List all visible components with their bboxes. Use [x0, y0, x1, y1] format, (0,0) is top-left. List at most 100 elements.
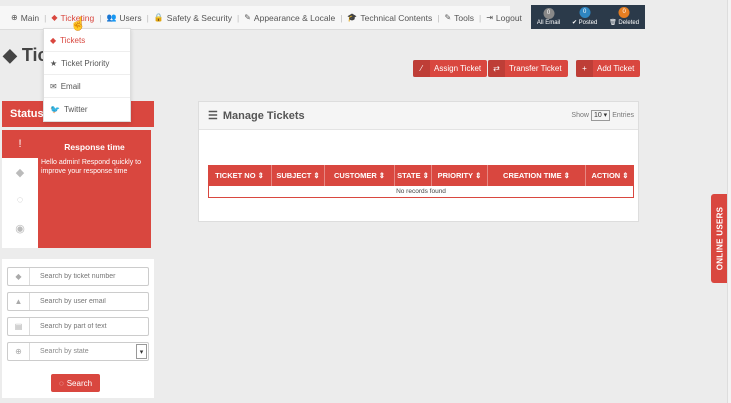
- ticket-icon: ◆: [50, 35, 57, 45]
- nav-main[interactable]: ⊕ Main: [6, 13, 44, 23]
- envelope-icon: ✉: [50, 81, 57, 91]
- magic-wand-icon: ⁄: [413, 60, 430, 77]
- column-header-subject[interactable]: SUBJECT ⇕: [272, 165, 325, 186]
- chevron-down-icon[interactable]: ▾: [136, 344, 147, 359]
- column-header-creation-time[interactable]: CREATION TIME ⇕: [488, 165, 586, 186]
- table-header: TICKET NO ⇕ SUBJECT ⇕ CUSTOMER ⇕ STATE ⇕ PRI…: [208, 165, 634, 186]
- posted-counter[interactable]: 0 ✔ Posted: [572, 7, 597, 26]
- sort-icon: ⇕: [422, 171, 429, 180]
- state-icon: ⊕: [8, 343, 30, 360]
- search-panel: ◆ ▲ ▤ ⊕ Search by state ▾ ◌Search: [2, 259, 154, 398]
- spinner-icon[interactable]: ◌: [2, 186, 38, 214]
- nav-technical-contents[interactable]: 🎓 Technical Contents: [342, 13, 437, 23]
- nav-logout[interactable]: ⇥ Logout: [481, 13, 527, 23]
- tag-icon[interactable]: ◆: [2, 158, 38, 186]
- user-email-input[interactable]: [30, 298, 148, 305]
- ticket-icon: ◆: [51, 13, 58, 22]
- email-counters-bar: 0 All Email 0 ✔ Posted 0 🗑 Deleted: [531, 5, 645, 29]
- column-header-priority[interactable]: PRIORITY ⇕: [432, 165, 488, 186]
- menu-item-ticket-priority[interactable]: ★ Ticket Priority: [44, 52, 130, 75]
- menu-item-label: Email: [60, 81, 81, 91]
- entries-value: 10: [593, 112, 602, 119]
- empty-table-message: No records found: [208, 186, 634, 198]
- column-label: PRIORITY: [437, 171, 474, 180]
- entries-select[interactable]: 10 ▾: [590, 110, 611, 121]
- state-select[interactable]: Search by state: [30, 348, 136, 355]
- logout-icon: ⇥: [486, 13, 493, 22]
- nav-main-label: Main: [20, 12, 40, 23]
- column-label: STATE: [397, 171, 421, 180]
- column-header-action[interactable]: ACTION ⇕: [586, 165, 634, 186]
- count-badge: 0: [579, 7, 591, 18]
- nav-logout-label: Logout: [495, 12, 522, 23]
- online-users-label: ONLINE USERS: [715, 206, 725, 271]
- tickets-table: TICKET NO ⇕ SUBJECT ⇕ CUSTOMER ⇕ STATE ⇕ PRI…: [208, 165, 634, 198]
- all-email-counter[interactable]: 0 All Email: [536, 8, 561, 26]
- hand-cursor-icon: ☝: [70, 16, 87, 31]
- plus-icon: +: [576, 60, 593, 77]
- column-label: SUBJECT: [276, 171, 312, 180]
- add-ticket-label: Add Ticket: [597, 64, 635, 73]
- spinner-icon: ◌: [58, 378, 64, 388]
- globe-icon: ⊕: [11, 13, 18, 22]
- assign-ticket-button[interactable]: ⁄ Assign Ticket: [413, 60, 488, 77]
- response-time-title: Response time: [64, 142, 125, 152]
- menu-item-label: Twitter: [63, 105, 88, 114]
- deleted-counter[interactable]: 0 🗑 Deleted: [609, 7, 640, 26]
- response-time-text: Hello admin! Respond quickly to improve …: [41, 159, 141, 176]
- sort-icon: ⇕: [378, 171, 386, 180]
- status-title: Status: [10, 108, 44, 120]
- graduation-cap-icon: 🎓: [347, 13, 358, 22]
- menu-item-tickets[interactable]: ◆ Tickets: [44, 29, 130, 52]
- column-label: CREATION TIME: [503, 171, 562, 180]
- sort-icon: ⇕: [622, 171, 629, 180]
- wrench-icon: ✎: [444, 13, 452, 22]
- nav-tools[interactable]: ✎ Tools: [439, 13, 479, 23]
- sort-icon: ⇕: [257, 171, 264, 180]
- document-icon: ▤: [8, 318, 30, 335]
- column-header-ticket-no[interactable]: TICKET NO ⇕: [208, 165, 272, 186]
- ticket-icon: ◆: [3, 45, 22, 65]
- manage-tickets-title: Manage Tickets: [222, 109, 305, 122]
- counter-label: 🗑 Deleted: [609, 20, 640, 26]
- add-ticket-button[interactable]: + Add Ticket: [576, 60, 641, 77]
- nav-users[interactable]: 👥 Users: [101, 13, 146, 23]
- twitter-icon: 🐦: [50, 105, 60, 114]
- status-tabs: ! ◆ ◌ ◉: [2, 130, 38, 248]
- text-search: ▤: [7, 317, 149, 336]
- ticket-number-input[interactable]: [30, 273, 148, 280]
- column-header-state[interactable]: STATE ⇕: [395, 165, 432, 186]
- column-label: CUSTOMER: [333, 171, 377, 180]
- nav-safety-security[interactable]: 🔒 Safety & Security: [149, 13, 237, 23]
- users-icon: 👥: [106, 13, 117, 22]
- menu-item-label: Ticket Priority: [61, 58, 110, 68]
- nav-users-label: Users: [119, 12, 142, 23]
- column-label: TICKET NO: [215, 171, 256, 180]
- disc-icon[interactable]: ◉: [2, 214, 38, 242]
- text-search-input[interactable]: [30, 323, 148, 330]
- sort-icon: ⇕: [313, 171, 320, 180]
- count-badge: 0: [618, 7, 630, 18]
- counter-label: All Email: [536, 20, 561, 26]
- column-header-customer[interactable]: CUSTOMER ⇕: [325, 165, 395, 186]
- ticketing-dropdown-menu: ◆ Tickets ★ Ticket Priority ✉ Email 🐦 Twitte…: [43, 28, 131, 122]
- window-edge: [727, 0, 731, 403]
- user-email-search: ▲: [7, 292, 149, 311]
- menu-item-email[interactable]: ✉ Email: [44, 75, 130, 98]
- ticket-number-search: ◆: [7, 267, 149, 286]
- menu-item-twitter[interactable]: 🐦 Twitter: [44, 98, 130, 121]
- search-button[interactable]: ◌ Search: [51, 374, 100, 392]
- alert-icon[interactable]: !: [2, 130, 38, 158]
- ticket-icon: ◆: [8, 268, 30, 285]
- sort-icon: ⇕: [563, 171, 570, 180]
- nav-appearance-label: Appearance & Locale: [253, 12, 336, 23]
- menu-item-label: Tickets: [60, 35, 86, 45]
- user-icon: ▲: [8, 293, 30, 310]
- transfer-ticket-button[interactable]: ⇄ Transfer Ticket: [488, 60, 568, 77]
- nav-appearance-locale[interactable]: ✎ Appearance & Locale: [239, 13, 340, 23]
- entries-label: Entries: [612, 112, 634, 119]
- state-search[interactable]: ⊕ Search by state ▾: [7, 342, 149, 361]
- star-icon: ★: [50, 58, 58, 68]
- count-badge: 0: [543, 8, 555, 19]
- lock-icon: 🔒: [153, 13, 164, 22]
